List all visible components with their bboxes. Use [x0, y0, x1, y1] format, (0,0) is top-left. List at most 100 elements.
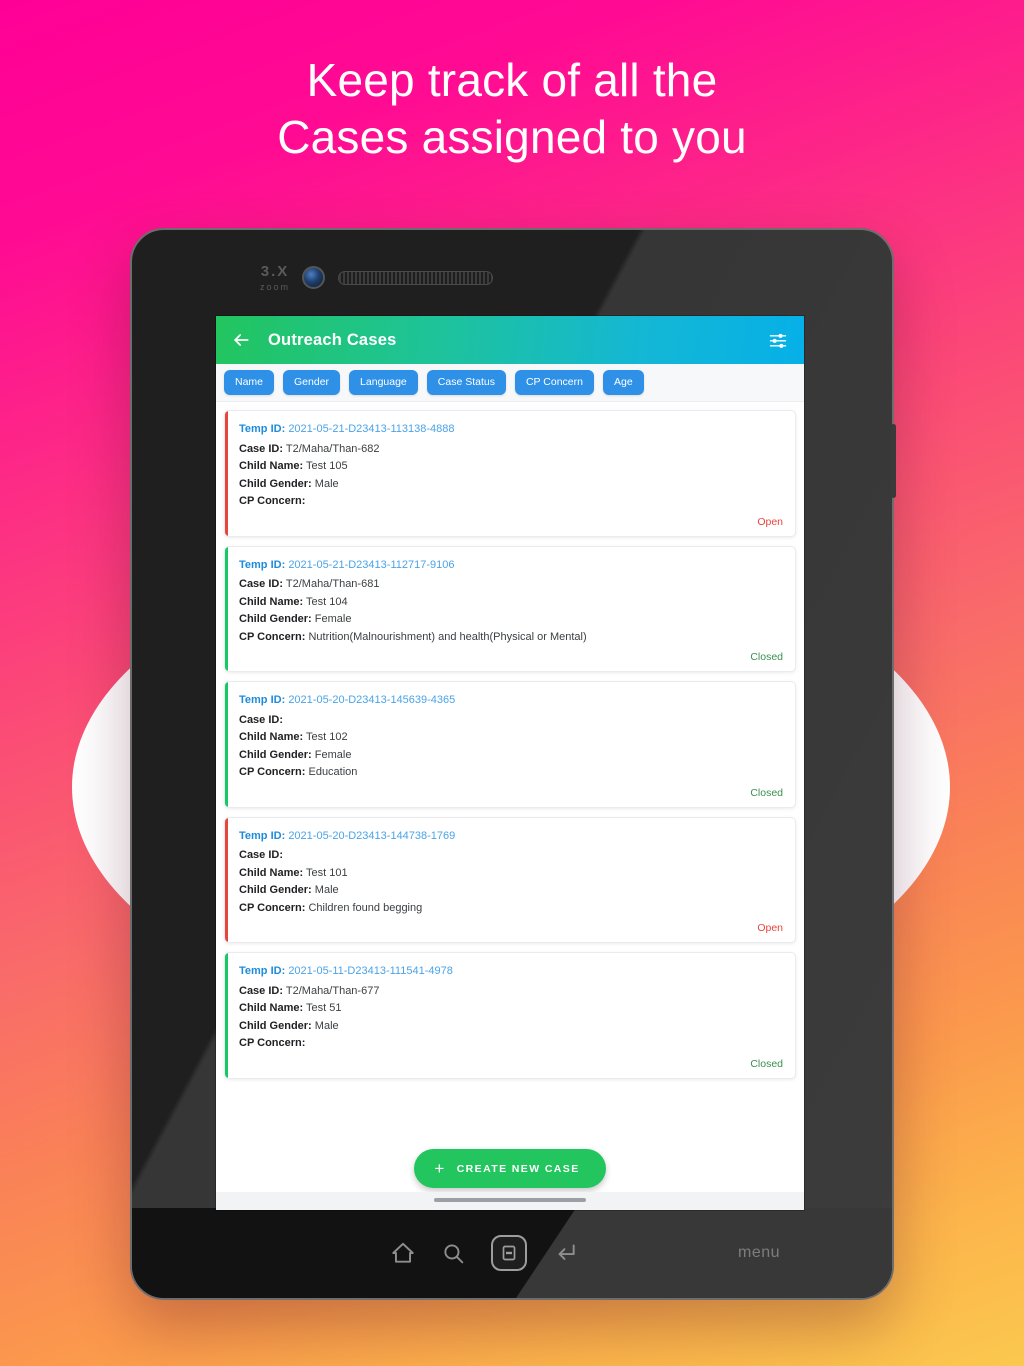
case-card[interactable]: Temp ID: 2021-05-20-D23413-144738-1769 C…: [224, 816, 796, 943]
child-name-label: Child Name:: [239, 731, 304, 743]
recents-icon[interactable]: [491, 1235, 527, 1271]
cp-concern-row: CP Concern:: [239, 493, 783, 511]
child-name-row: Child Name: Test 104: [239, 594, 783, 612]
child-gender-label: Child Gender:: [239, 1019, 312, 1032]
camera-zoom-value: 3.X: [260, 263, 290, 280]
child-gender-row: Child Gender: Female: [239, 611, 783, 629]
status-badge: Closed: [750, 651, 783, 663]
cp-concern-row: CP Concern: Children found begging: [239, 900, 783, 918]
child-name-row: Child Name: Test 102: [239, 729, 783, 747]
home-icon[interactable]: [390, 1240, 416, 1266]
filter-chip-language[interactable]: Language: [349, 370, 418, 395]
child-name-label: Child Name:: [239, 1002, 304, 1014]
cp-concern-label: CP Concern:: [239, 1037, 306, 1049]
promo-headline: Keep track of all the Cases assigned to …: [277, 54, 747, 163]
child-name-label: Child Name:: [239, 460, 304, 472]
gesture-strip: [216, 1192, 804, 1210]
child-name-label: Child Name:: [239, 595, 304, 608]
temp-id-label: Temp ID:: [239, 423, 286, 435]
case-card[interactable]: Temp ID: 2021-05-11-D23413-111541-4978 C…: [224, 952, 796, 1079]
case-card[interactable]: Temp ID: 2021-05-20-D23413-145639-4365 C…: [224, 681, 796, 808]
status-badge: Closed: [750, 1057, 783, 1070]
page-title: Outreach Cases: [268, 330, 397, 349]
child-gender-label: Child Gender:: [239, 613, 312, 625]
cp-concern-label: CP Concern:: [239, 630, 306, 643]
app-screen: Outreach Cases Name Gender Language Case…: [216, 316, 804, 1210]
filter-chip-gender[interactable]: Gender: [283, 370, 341, 395]
cp-concern-value: Children found begging: [308, 901, 423, 914]
temp-id-value: 2021-05-20-D23413-144738-1769: [288, 829, 456, 842]
child-gender-value: Male: [314, 1019, 339, 1032]
temp-id-value: 2021-05-11-D23413-111541-4978: [288, 965, 453, 977]
menu-label: menu: [738, 1244, 781, 1261]
filter-chip-age[interactable]: Age: [602, 370, 644, 395]
temp-id-label: Temp ID:: [239, 965, 286, 977]
create-new-case-button[interactable]: + CREATE NEW CASE: [414, 1149, 606, 1188]
child-gender-label: Child Gender:: [239, 884, 312, 896]
case-id-value: T2/Maha/Than-682: [285, 442, 380, 455]
status-badge: Open: [757, 922, 783, 934]
filter-chip-name[interactable]: Name: [224, 370, 275, 395]
status-badge: Open: [757, 515, 783, 528]
child-gender-value: Female: [314, 748, 352, 761]
child-name-row: Child Name: Test 105: [239, 458, 783, 476]
temp-id-value: 2021-05-21-D23413-113138-4888: [288, 423, 455, 435]
child-name-row: Child Name: Test 101: [239, 865, 783, 883]
temp-id-label: Temp ID:: [239, 558, 286, 571]
power-button[interactable]: [891, 424, 896, 498]
app-bar: Outreach Cases: [216, 316, 804, 364]
cp-concern-row: CP Concern:: [239, 1035, 783, 1053]
cp-concern-label: CP Concern:: [239, 495, 306, 507]
case-list: Temp ID: 2021-05-21-D23413-113138-4888 C…: [216, 402, 804, 1158]
child-name-label: Child Name:: [239, 866, 304, 879]
case-id-label: Case ID:: [239, 849, 284, 861]
cp-concern-label: CP Concern:: [239, 766, 306, 778]
fab-container: + CREATE NEW CASE: [216, 1149, 804, 1188]
case-temp-id-row: Temp ID: 2021-05-20-D23413-144738-1769: [239, 828, 783, 846]
filter-chip-row: Name Gender Language Case Status CP Conc…: [216, 364, 804, 402]
camera-zoom-label: 3.X zoom: [260, 263, 291, 294]
filter-chip-case-status[interactable]: Case Status: [426, 370, 506, 395]
temp-id-value: 2021-05-20-D23413-145639-4365: [288, 694, 456, 706]
case-id-value: T2/Maha/Than-677: [285, 984, 380, 997]
temp-id-label: Temp ID:: [239, 829, 286, 842]
child-name-value: Test 102: [306, 731, 348, 743]
temp-id-value: 2021-05-21-D23413-112717-9106: [288, 558, 455, 571]
child-gender-label: Child Gender:: [239, 748, 312, 761]
case-id-row: Case ID: T2/Maha/Than-682: [239, 441, 783, 459]
tune-icon[interactable]: [766, 328, 790, 352]
status-badge: Closed: [750, 786, 783, 799]
case-id-row: Case ID: T2/Maha/Than-677: [239, 983, 783, 1001]
arrow-left-icon[interactable]: [230, 329, 252, 351]
camera-lens: [302, 266, 325, 289]
cp-concern-label: CP Concern:: [239, 901, 306, 914]
case-card[interactable]: Temp ID: 2021-05-21-D23413-113138-4888 C…: [224, 410, 796, 537]
case-card[interactable]: Temp ID: 2021-05-21-D23413-112717-9106 C…: [224, 545, 796, 672]
back-icon[interactable]: [552, 1240, 578, 1266]
case-id-label: Case ID:: [239, 713, 284, 726]
child-gender-row: Child Gender: Male: [239, 882, 783, 900]
child-gender-row: Child Gender: Female: [239, 747, 783, 765]
camera-zoom-sublabel: zoom: [260, 282, 291, 292]
status-accent-bar: [225, 817, 228, 942]
status-accent-bar: [225, 682, 228, 807]
search-icon[interactable]: [441, 1241, 466, 1266]
gesture-pill[interactable]: [434, 1198, 586, 1202]
child-gender-label: Child Gender:: [239, 477, 312, 490]
case-id-value: T2/Maha/Than-681: [285, 578, 380, 590]
speaker-grille: [338, 271, 493, 285]
case-id-row: Case ID:: [239, 712, 783, 730]
case-temp-id-row: Temp ID: 2021-05-20-D23413-145639-4365: [239, 692, 783, 710]
child-name-value: Test 104: [306, 595, 348, 608]
case-temp-id-row: Temp ID: 2021-05-11-D23413-111541-4978: [239, 963, 783, 981]
child-gender-value: Male: [314, 477, 339, 490]
case-id-row: Case ID: T2/Maha/Than-681: [239, 576, 783, 594]
promo-background: Keep track of all the Cases assigned to …: [0, 0, 1024, 1366]
android-navigation-bar: menu: [132, 1208, 892, 1298]
plus-icon: +: [434, 1159, 446, 1178]
create-new-case-label: CREATE NEW CASE: [456, 1162, 580, 1175]
filter-chip-cp-concern[interactable]: CP Concern: [514, 370, 594, 395]
case-temp-id-row: Temp ID: 2021-05-21-D23413-113138-4888: [239, 421, 783, 439]
case-id-row: Case ID:: [239, 847, 783, 865]
case-id-label: Case ID:: [239, 442, 284, 455]
